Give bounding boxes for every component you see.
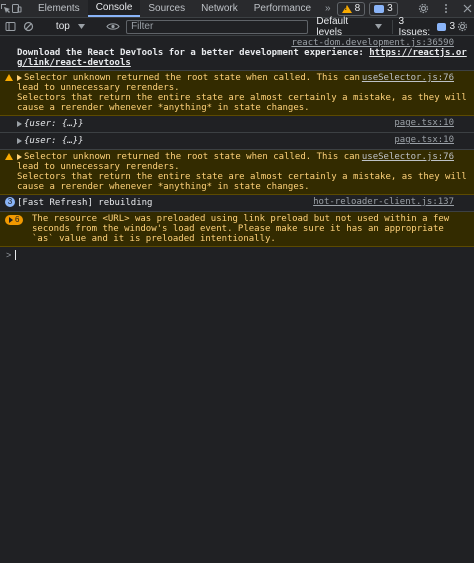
warning-line-1: Selector unknown returned the root state…: [17, 152, 360, 172]
message-source-link[interactable]: hot-reloader-client.js:137: [313, 197, 454, 207]
live-expression-eye-icon[interactable]: [104, 22, 122, 31]
warning-line-1: Selector unknown returned the root state…: [17, 73, 360, 93]
logged-object[interactable]: {user: {…}}: [24, 136, 84, 146]
console-prompt[interactable]: >: [0, 247, 474, 263]
inspect-element-icon[interactable]: [0, 0, 11, 17]
message-text: Download the React DevTools for a better…: [17, 48, 370, 58]
more-tabs-button[interactable]: »: [319, 0, 337, 17]
message-source-link[interactable]: useSelector.js:76: [362, 152, 454, 162]
warnings-count: 8: [354, 3, 361, 14]
context-selector-value: top: [55, 21, 70, 32]
log-levels-label: Default levels: [316, 15, 349, 38]
message-icon: [374, 4, 385, 13]
settings-gear-icon[interactable]: [415, 3, 433, 14]
expand-caret-icon[interactable]: [9, 217, 13, 223]
message-source-link[interactable]: page.tsx:10: [394, 118, 454, 128]
console-settings-gear-icon[interactable]: [457, 21, 474, 32]
console-message-info: react-dom.development.js:36590 Download …: [0, 36, 474, 71]
warning-icon: [5, 153, 13, 160]
issue-message-icon: [437, 22, 447, 31]
warning-line-2: Selectors that return the entire state a…: [17, 93, 467, 113]
console-message-warning: useSelector.js:76 Selector unknown retur…: [0, 150, 474, 195]
messages-count: 3: [387, 3, 393, 14]
expand-caret-icon[interactable]: [17, 74, 22, 81]
warnings-counter-button[interactable]: 8: [336, 1, 366, 16]
messages-counter-button[interactable]: 3: [369, 1, 398, 16]
console-toolbar: top Default levels 3 Issues: 3: [0, 15, 474, 38]
prompt-chevron-icon: >: [6, 250, 12, 260]
issues-label: 3 Issues:: [398, 15, 431, 38]
issues-count: 3: [449, 21, 455, 32]
dropdown-arrow-icon: [374, 21, 382, 32]
logged-object[interactable]: {user: {…}}: [24, 119, 84, 129]
expand-caret-icon[interactable]: [17, 153, 22, 160]
issues-button[interactable]: 3 Issues: 3: [391, 16, 455, 38]
more-options-icon[interactable]: [437, 3, 455, 14]
tab-performance[interactable]: Performance: [246, 0, 319, 17]
clear-console-icon[interactable]: [21, 21, 38, 32]
device-toolbar-icon[interactable]: [11, 0, 22, 17]
console-message-log: page.tsx:10 {user: {…}}: [0, 133, 474, 150]
filter-input[interactable]: [126, 19, 309, 34]
console-message-warning-grouped: 6 The resource <URL> was preloaded using…: [0, 212, 474, 247]
expand-object-caret-icon[interactable]: [17, 137, 22, 144]
text-cursor: [15, 250, 17, 260]
tab-sources[interactable]: Sources: [140, 0, 193, 17]
repeat-count: 6: [15, 215, 20, 224]
repeat-count-badge: 6: [5, 215, 24, 225]
tab-network[interactable]: Network: [193, 0, 246, 17]
dropdown-arrow-icon: [77, 21, 85, 32]
message-source-link[interactable]: page.tsx:10: [394, 135, 454, 145]
warning-text: The resource <URL> was preloaded using l…: [32, 214, 450, 244]
sidebar-toggle-icon[interactable]: [2, 21, 19, 32]
repeat-count-badge: 3: [5, 197, 15, 207]
console-message-log: page.tsx:10 {user: {…}}: [0, 116, 474, 133]
message-source-link[interactable]: useSelector.js:76: [362, 73, 454, 83]
message-text: [Fast Refresh] rebuilding: [17, 198, 153, 208]
console-message-info-grouped: 3 hot-reloader-client.js:137 [Fast Refre…: [0, 195, 474, 212]
expand-object-caret-icon[interactable]: [17, 120, 22, 127]
warning-line-2: Selectors that return the entire state a…: [17, 172, 467, 192]
tab-elements[interactable]: Elements: [30, 0, 88, 17]
console-messages: react-dom.development.js:36590 Download …: [0, 36, 474, 263]
warning-icon: [341, 4, 352, 13]
context-selector[interactable]: top: [50, 21, 91, 32]
close-icon[interactable]: [459, 4, 474, 13]
log-levels-dropdown[interactable]: Default levels: [316, 15, 382, 38]
warning-icon: [5, 74, 13, 81]
message-source-link[interactable]: react-dom.development.js:36590: [291, 38, 454, 48]
tab-console[interactable]: Console: [87, 0, 141, 17]
console-message-warning: useSelector.js:76 Selector unknown retur…: [0, 71, 474, 116]
